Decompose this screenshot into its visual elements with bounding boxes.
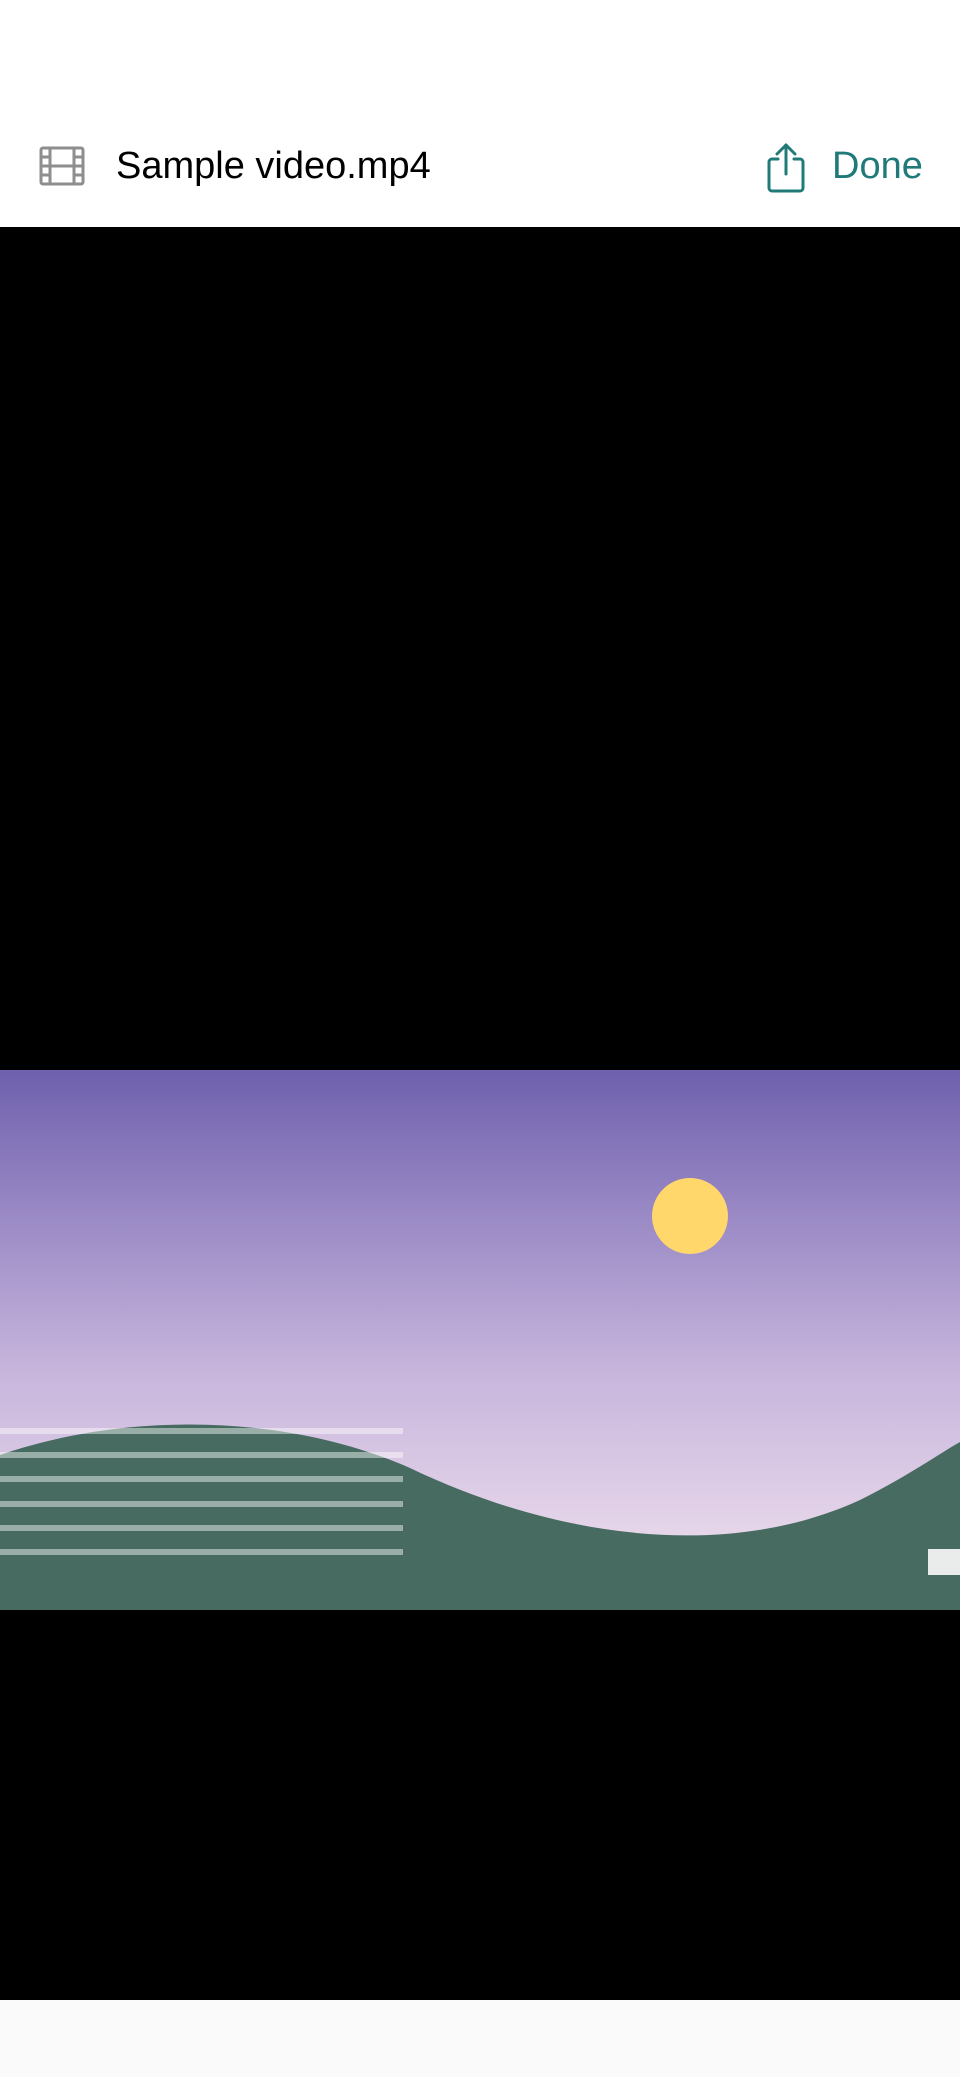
video-player[interactable] (0, 227, 960, 2000)
video-thumbnail (0, 1070, 960, 1610)
sun (652, 1178, 728, 1254)
corner-marker (928, 1549, 960, 1575)
film-icon (39, 146, 85, 186)
video-viewer-screen: Sample video.mp4 Done (0, 0, 960, 2077)
share-icon[interactable] (764, 142, 808, 194)
file-title: Sample video.mp4 (116, 145, 431, 187)
done-button[interactable]: Done (832, 140, 923, 192)
viewer-header: Sample video.mp4 Done (0, 0, 960, 227)
bottom-bar (0, 2000, 960, 2077)
